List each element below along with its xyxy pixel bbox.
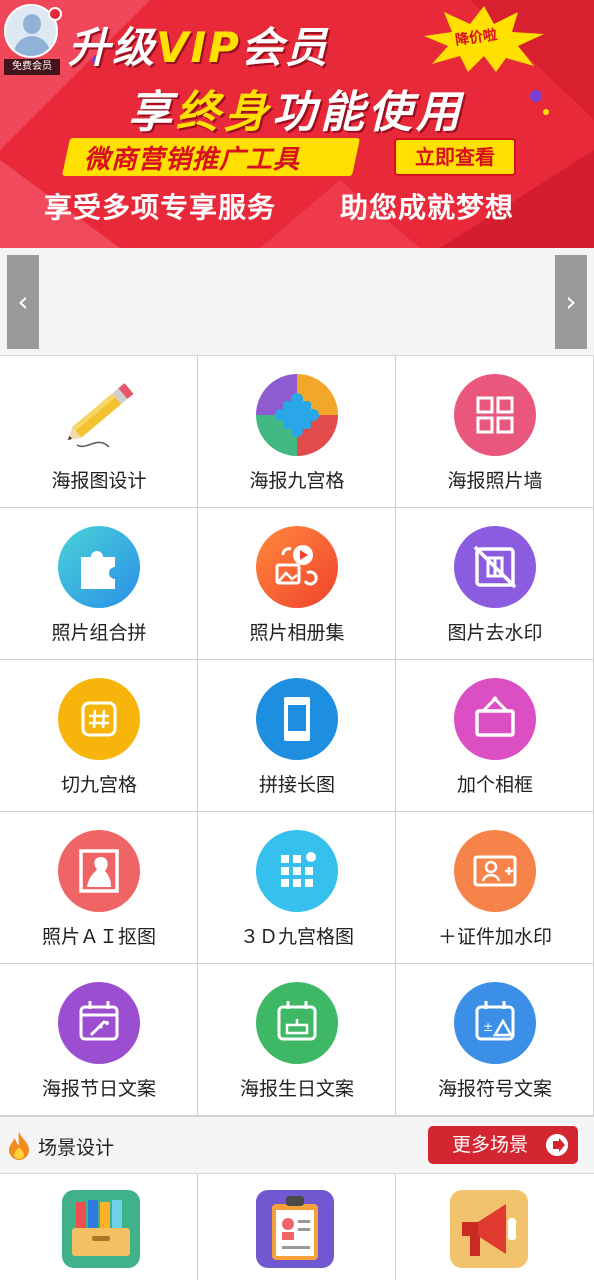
tool-label: 海报照片墙: [447, 470, 543, 492]
notification-dot: [48, 7, 62, 21]
tool-poster-photo-wall[interactable]: 海报照片墙: [396, 356, 594, 508]
tool-poster-design[interactable]: 海报图设计: [0, 356, 198, 508]
grid-icon: [454, 374, 536, 456]
long-image-icon: [256, 678, 338, 760]
scene-section-header: 场景设计 更多场景: [0, 1116, 594, 1174]
tool-add-frame[interactable]: 加个相框: [396, 660, 594, 812]
banner-slogan-right: 助您成就梦想: [340, 191, 515, 224]
tool-label: ＋证件加水印: [437, 926, 552, 948]
banner-slogan-left: 享受多项专享服务: [44, 191, 277, 224]
badge-icon: [256, 1190, 334, 1268]
megaphone-icon: [450, 1190, 528, 1268]
pencil-icon: [67, 383, 134, 448]
carousel[interactable]: ‹ ›: [0, 248, 594, 356]
portrait-cutout-icon: [58, 830, 140, 912]
view-now-button[interactable]: 立即查看: [394, 138, 516, 176]
tool-label: 照片ＡＩ抠图: [41, 926, 156, 948]
more-scenes-button[interactable]: 更多场景: [428, 1126, 578, 1164]
tool-label: 海报节日文案: [41, 1078, 156, 1100]
frame-icon: [454, 678, 536, 760]
carousel-next-button[interactable]: ›: [555, 255, 587, 349]
tool-symbol-copy[interactable]: ± 海报符号文案: [396, 964, 594, 1116]
scene-item-badge[interactable]: [198, 1174, 396, 1280]
hash-icon: [58, 678, 140, 760]
birthday-calendar-icon: [256, 982, 338, 1064]
scene-item-archive[interactable]: [0, 1174, 198, 1280]
3d-grid-icon: [256, 830, 338, 912]
tool-3d-nine-grid[interactable]: ３Ｄ九宫格图: [198, 812, 396, 964]
flame-icon: [9, 1132, 29, 1160]
tool-remove-watermark[interactable]: 图片去水印: [396, 508, 594, 660]
svg-text:±: ±: [483, 1020, 493, 1034]
tool-holiday-copy[interactable]: 海报节日文案: [0, 964, 198, 1116]
tool-photo-collage[interactable]: 照片组合拼: [0, 508, 198, 660]
tool-stitch-long-image[interactable]: 拼接长图: [198, 660, 396, 812]
holiday-calendar-icon: [58, 982, 140, 1064]
folder-box-icon: [62, 1190, 140, 1268]
tool-label: 照片相册集: [249, 622, 345, 644]
id-card-icon: [454, 830, 536, 912]
tool-label: 照片组合拼: [51, 622, 147, 644]
album-icon: [256, 526, 338, 608]
tool-label: 海报图设计: [51, 470, 147, 492]
banner-subtitle: 享终身功能使用: [128, 87, 464, 138]
tool-tag-label: 微商营销推广工具: [84, 145, 301, 175]
tool-label: 海报符号文案: [437, 1078, 552, 1100]
scene-title: 场景设计: [38, 1137, 115, 1159]
vip-banner[interactable]: 免费会员 升级VIP会员 降价啦 享终身功能使用 微商营销推广工具 立即查看 享…: [0, 0, 594, 248]
tool-label: 加个相框: [456, 774, 533, 796]
tool-photo-album[interactable]: 照片相册集: [198, 508, 396, 660]
tool-label: 拼接长图: [258, 774, 335, 796]
tool-birthday-copy[interactable]: 海报生日文案: [198, 964, 396, 1116]
tool-cut-nine-grid[interactable]: 切九宫格: [0, 660, 198, 812]
scene-grid: [0, 1174, 594, 1280]
more-scenes-label: 更多场景: [452, 1134, 529, 1156]
remove-watermark-icon: [454, 526, 536, 608]
tool-label: 海报生日文案: [239, 1078, 354, 1100]
banner-title: 升级VIP会员: [68, 23, 329, 72]
tool-label: 切九宫格: [60, 774, 137, 796]
scene-item-promotion[interactable]: [396, 1174, 594, 1280]
tool-poster-nine-grid[interactable]: 海报九宫格: [198, 356, 396, 508]
tool-label: 海报九宫格: [249, 470, 345, 492]
arrow-right-icon: [546, 1134, 568, 1156]
puzzle-circle-icon: [256, 374, 338, 456]
symbol-calendar-icon: ±: [454, 982, 536, 1064]
tool-ai-cutout[interactable]: 照片ＡＩ抠图: [0, 812, 198, 964]
tool-label: 图片去水印: [447, 622, 543, 644]
member-status-badge: 免费会员: [4, 59, 60, 75]
tool-id-watermark[interactable]: ＋证件加水印: [396, 812, 594, 964]
puzzle-piece-icon: [58, 526, 140, 608]
tool-label: ３Ｄ九宫格图: [239, 926, 354, 948]
carousel-prev-button[interactable]: ‹: [7, 255, 39, 349]
